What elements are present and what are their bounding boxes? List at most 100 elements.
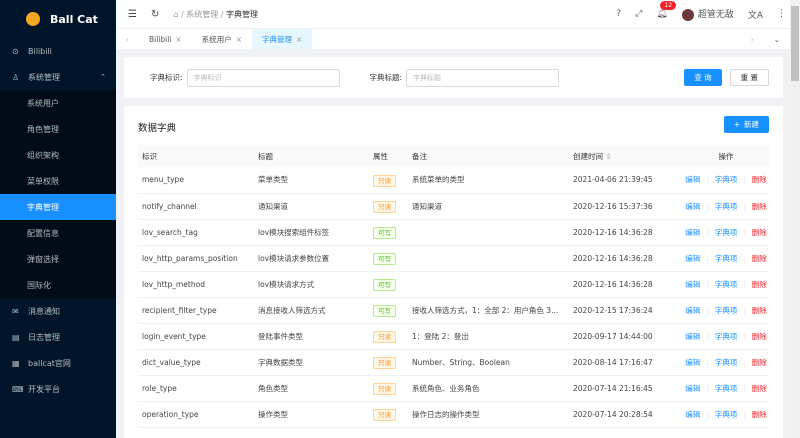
delete-link[interactable]: 删除: [752, 384, 767, 393]
file-icon: ▤: [12, 332, 20, 342]
delete-link[interactable]: 删除: [752, 175, 767, 184]
sidebar-item[interactable]: ✉ 消息通知: [0, 298, 116, 324]
sidebar-item[interactable]: ⌨ 开发平台: [0, 376, 116, 402]
dict-items-link[interactable]: 字典项: [715, 254, 738, 263]
edit-link[interactable]: 编辑: [685, 410, 700, 419]
help-icon[interactable]: ?: [616, 9, 621, 19]
dict-items-link[interactable]: 字典项: [715, 332, 738, 341]
breadcrumb: ⌂ / 系统管理 / 字典管理: [173, 9, 258, 19]
user-menu[interactable]: 超管无敌: [681, 7, 734, 21]
edit-link[interactable]: 编辑: [685, 254, 700, 263]
sidebar-item[interactable]: ▤ 日志管理: [0, 324, 116, 350]
table-row: operation_type 操作类型 只读 操作日志的操作类型 2020-07…: [138, 401, 769, 428]
chevron-up-icon: ⌃: [100, 73, 106, 81]
sidebar-item[interactable]: ⊙ Bilibili: [0, 38, 116, 64]
dict-items-link[interactable]: 字典项: [715, 280, 738, 289]
table-row: recipient_filter_type 消息接收人筛选方式 可写 接收人筛选…: [138, 297, 769, 324]
link-icon: ▦: [12, 358, 20, 368]
dict-items-link[interactable]: 字典项: [715, 358, 738, 367]
close-icon[interactable]: ×: [296, 35, 302, 44]
close-icon[interactable]: ×: [236, 35, 242, 44]
edit-link[interactable]: 编辑: [685, 358, 700, 367]
attr-tag: 只读: [373, 174, 396, 187]
sidebar-subitem[interactable]: 角色管理: [0, 116, 116, 142]
col-code: 标识: [138, 145, 254, 167]
sidebar-subitem[interactable]: 菜单权限: [0, 168, 116, 194]
dict-title-input[interactable]: 字典标题: [406, 68, 560, 87]
dict-items-link[interactable]: 字典项: [715, 384, 738, 393]
dict-items-link[interactable]: 字典项: [715, 228, 738, 237]
tab-scroll-right-icon[interactable]: ›: [741, 29, 764, 49]
notification-badge: 12: [660, 1, 677, 10]
more-icon[interactable]: ⋮: [777, 9, 786, 19]
delete-link[interactable]: 删除: [752, 306, 767, 315]
attr-tag: 只读: [373, 357, 396, 369]
edit-link[interactable]: 编辑: [685, 202, 700, 211]
tab-bar: ‹ Bilibili × 系统用户 × 字典管理 × › ⌄: [116, 28, 790, 49]
scrollbar-thumb[interactable]: [791, 6, 799, 81]
reset-button[interactable]: 重 置: [729, 69, 769, 86]
sidebar-subitem[interactable]: 弹窗选择: [0, 246, 116, 272]
attr-tag: 只读: [373, 201, 396, 213]
tab[interactable]: 字典管理 ×: [252, 29, 313, 49]
dict-items-link[interactable]: 字典项: [715, 175, 738, 184]
dict-code-input[interactable]: 字典标识: [186, 68, 340, 87]
bell-icon[interactable]: 🔔︎ 12: [656, 1, 677, 19]
sidebar-subitem[interactable]: 字典管理: [0, 194, 116, 220]
edit-link[interactable]: 编辑: [685, 306, 700, 315]
dict-items-link[interactable]: 字典项: [715, 410, 738, 419]
delete-link[interactable]: 删除: [752, 358, 767, 367]
attr-tag: 可写: [373, 253, 396, 265]
new-button[interactable]: + 新建: [723, 116, 769, 133]
delete-link[interactable]: 删除: [752, 410, 767, 419]
col-remark: 备注: [408, 145, 569, 167]
tab-scroll-left-icon[interactable]: ‹: [116, 29, 139, 49]
code-icon: ⌨: [12, 384, 24, 394]
edit-link[interactable]: 编辑: [685, 332, 700, 341]
delete-link[interactable]: 删除: [752, 332, 767, 341]
avatar: [681, 8, 694, 21]
home-icon[interactable]: ⌂: [173, 10, 178, 19]
dict-code-label: 字典标识:: [150, 73, 183, 82]
sidebar-subitem[interactable]: 国际化: [0, 272, 116, 298]
attr-tag: 可写: [373, 305, 396, 317]
menu-fold-icon[interactable]: ☰: [128, 9, 137, 20]
fullscreen-icon[interactable]: ⤢: [635, 9, 642, 19]
close-icon[interactable]: ×: [175, 35, 181, 44]
dict-items-link[interactable]: 字典项: [715, 306, 738, 315]
play-circle-icon: ⊙: [12, 46, 19, 56]
sidebar-item[interactable]: ▦ ballcat官网: [0, 350, 116, 376]
col-attr: 属性: [369, 145, 408, 167]
sort-icon[interactable]: ⇕: [605, 152, 611, 161]
tab-menu-chevron-down-icon[interactable]: ⌄: [764, 29, 790, 49]
edit-link[interactable]: 编辑: [685, 175, 700, 184]
col-created[interactable]: 创建时间 ⇕: [569, 145, 679, 167]
dict-items-link[interactable]: 字典项: [715, 202, 738, 211]
delete-link[interactable]: 删除: [752, 254, 767, 263]
delete-link[interactable]: 删除: [752, 228, 767, 237]
breadcrumb-item[interactable]: 系统管理: [186, 10, 218, 19]
sidebar-subitem[interactable]: 系统用户: [0, 90, 116, 116]
scrollbar[interactable]: [790, 0, 800, 438]
sidebar-subitem[interactable]: 组织架构: [0, 142, 116, 168]
query-button[interactable]: 查 询: [684, 69, 722, 86]
edit-link[interactable]: 编辑: [685, 228, 700, 237]
table-row: lov_http_params_position lov模块请求参数位置 可写 …: [138, 245, 769, 272]
logo[interactable]: Ball Cat: [0, 0, 116, 38]
edit-link[interactable]: 编辑: [685, 280, 700, 289]
col-title: 标题: [254, 145, 369, 167]
attr-tag: 可写: [373, 227, 396, 239]
delete-link[interactable]: 删除: [752, 280, 767, 289]
translate-icon[interactable]: 文A: [748, 8, 763, 21]
edit-link[interactable]: 编辑: [685, 384, 700, 393]
tab[interactable]: 系统用户 ×: [192, 29, 252, 49]
sidebar-subitem[interactable]: 配置信息: [0, 220, 116, 246]
sidebar-item[interactable]: ♙ 系统管理 ⌃: [0, 64, 116, 90]
table-row: role_type 角色类型 只读 系统角色、业务角色 2020-07-14 2…: [138, 375, 769, 402]
tab[interactable]: Bilibili ×: [139, 29, 192, 49]
breadcrumb-current: 字典管理: [226, 9, 258, 19]
cat-logo-icon: [26, 12, 40, 26]
delete-link[interactable]: 删除: [752, 202, 767, 211]
reload-icon[interactable]: ↻: [151, 9, 159, 20]
header: ☰ ↻ ⌂ / 系统管理 / 字典管理 ? ⤢ 🔔︎ 12 超管无敌 文A ⋮: [116, 0, 800, 28]
